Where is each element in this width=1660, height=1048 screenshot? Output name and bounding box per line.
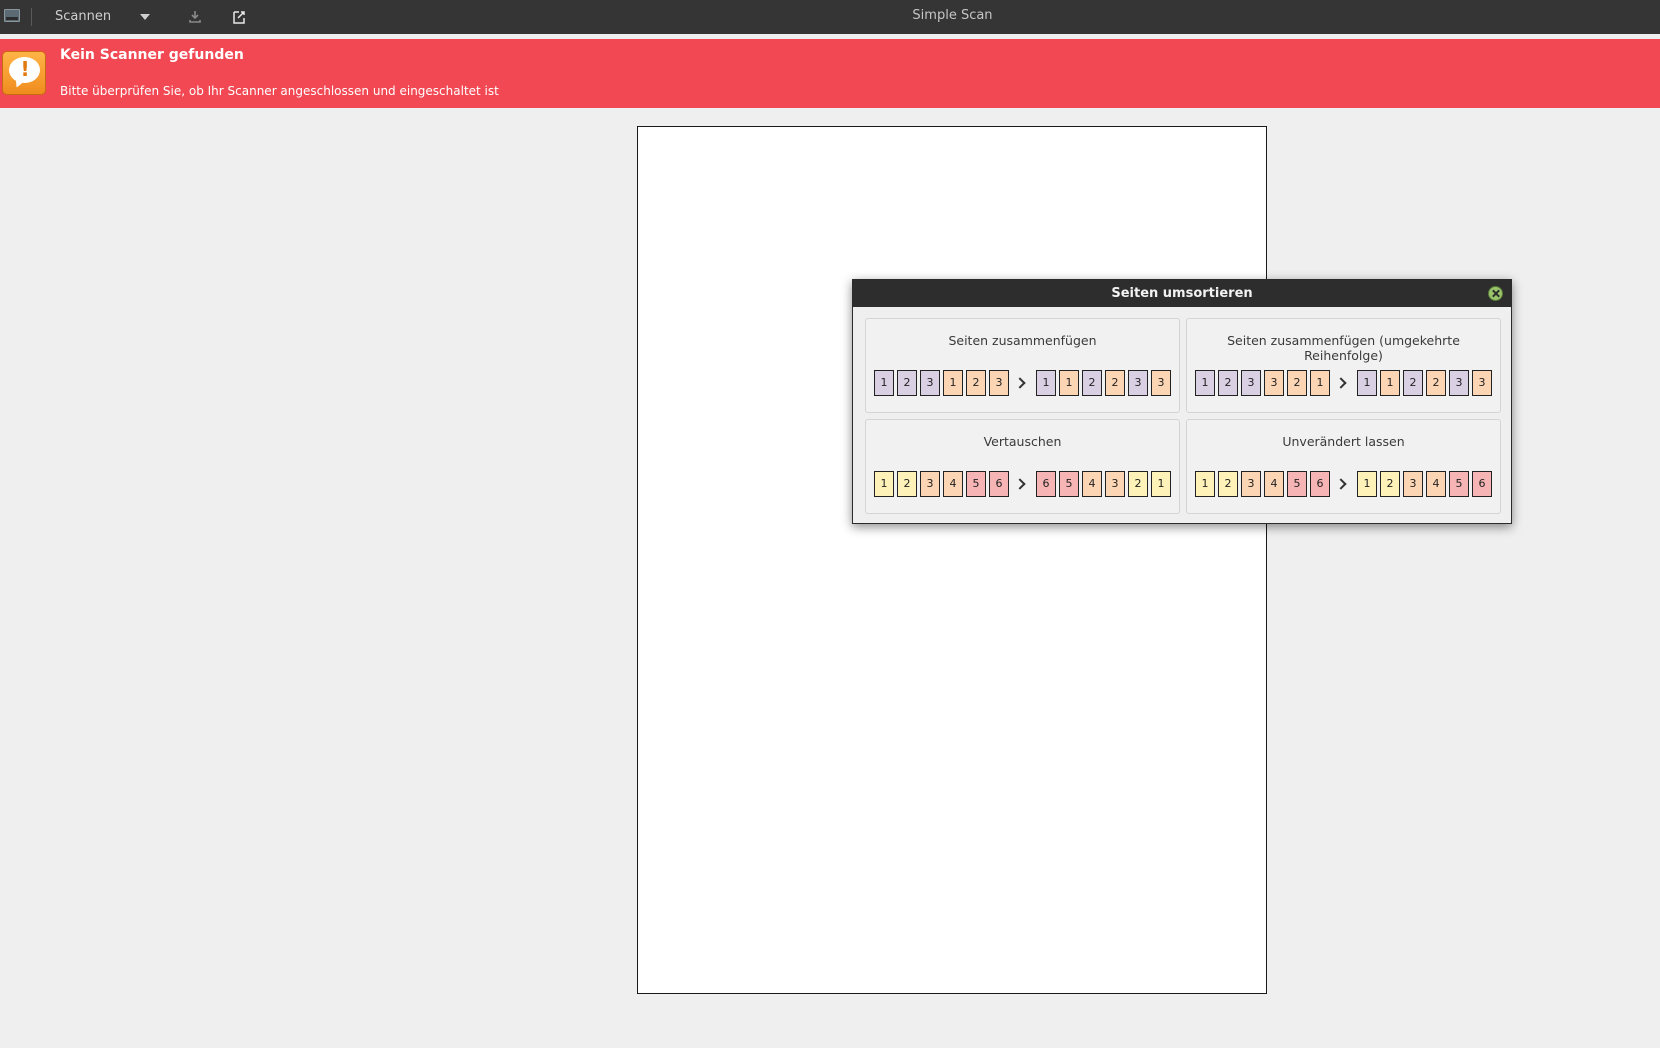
option-combine-sides-reverse[interactable]: Seiten zusammenfügen (umgekehrte Reihenf… [1186,318,1501,413]
page-thumb: 3 [989,370,1009,396]
option-combine-sides[interactable]: Seiten zusammenfügen 123123112233 [865,318,1180,413]
page-thumb: 2 [897,471,917,497]
page-thumb: 4 [943,471,963,497]
option-label: Seiten zusammenfügen (umgekehrte Reihenf… [1227,333,1460,363]
option-label: Unverändert lassen [1282,434,1405,449]
option-label: Vertauschen [983,434,1062,449]
page-thumb: 1 [874,370,894,396]
page-thumb: 4 [1264,471,1284,497]
page-thumb: 1 [1036,370,1056,396]
error-infobar: ! Kein Scanner gefunden Bitte überprüfen… [0,39,1660,108]
warning-speech-bubble-icon: ! [2,51,46,95]
page-thumb: 1 [1195,370,1215,396]
page-thumb: 3 [1105,471,1125,497]
page-order-diagram: 123456654321 [874,471,1174,497]
page-thumb: 5 [1287,471,1307,497]
page-thumb: 2 [966,370,986,396]
dialog-titlebar[interactable]: Seiten umsortieren [853,280,1511,307]
page-order-diagram: 123321112233 [1195,370,1495,396]
page-thumb: 5 [1449,471,1469,497]
page-thumb: 2 [897,370,917,396]
page-thumb: 1 [1357,471,1377,497]
chevron-right-icon [1014,477,1028,491]
dialog-title: Seiten umsortieren [1111,286,1253,301]
page-thumb: 2 [1287,370,1307,396]
page-thumb: 6 [989,471,1009,497]
chevron-right-icon [1335,477,1349,491]
page-thumb: 1 [1151,471,1171,497]
page-thumb: 2 [1380,471,1400,497]
page-thumb: 6 [1036,471,1056,497]
page-thumb: 6 [1472,471,1492,497]
close-icon[interactable] [1488,286,1503,301]
page-thumb: 3 [920,370,940,396]
page-order-diagram: 123123112233 [874,370,1174,396]
header-bar: Scannen Simple Scan [0,0,1660,34]
page-thumb: 2 [1403,370,1423,396]
infobar-message: Bitte überprüfen Sie, ob Ihr Scanner ang… [60,84,499,98]
page-thumb: 3 [1403,471,1423,497]
page-thumb: 6 [1310,471,1330,497]
page-thumb: 1 [874,471,894,497]
page-thumb: 2 [1128,471,1148,497]
page-thumb: 3 [1264,370,1284,396]
page-thumb: 3 [1151,370,1171,396]
page-thumb: 1 [943,370,963,396]
page-thumb: 2 [1218,370,1238,396]
page-order-diagram: 123456123456 [1195,471,1495,497]
page-thumb: 3 [1472,370,1492,396]
page-thumb: 5 [966,471,986,497]
page-thumb: 3 [1449,370,1469,396]
option-label: Seiten zusammenfügen [948,333,1097,348]
option-keep-unchanged[interactable]: Unverändert lassen 123456123456 [1186,419,1501,514]
page-thumb: 4 [1426,471,1446,497]
page-thumb: 1 [1310,370,1330,396]
page-preview[interactable] [637,126,1267,994]
page-thumb: 1 [1195,471,1215,497]
window-title: Simple Scan [912,8,993,23]
infobar-title: Kein Scanner gefunden [60,47,244,63]
chevron-right-icon [1335,376,1349,390]
page-thumb: 1 [1059,370,1079,396]
page-thumb: 1 [1380,370,1400,396]
page-thumb: 2 [1082,370,1102,396]
option-reverse[interactable]: Vertauschen 123456654321 [865,419,1180,514]
page-thumb: 2 [1426,370,1446,396]
page-thumb: 3 [1241,370,1261,396]
page-thumb: 3 [1241,471,1261,497]
page-thumb: 3 [1128,370,1148,396]
page-thumb: 3 [920,471,940,497]
reorder-pages-dialog: Seiten umsortieren Seiten zusammenfügen … [852,279,1512,524]
page-thumb: 2 [1105,370,1125,396]
page-thumb: 1 [1357,370,1377,396]
page-thumb: 2 [1218,471,1238,497]
chevron-right-icon [1014,376,1028,390]
page-thumb: 5 [1059,471,1079,497]
page-thumb: 4 [1082,471,1102,497]
